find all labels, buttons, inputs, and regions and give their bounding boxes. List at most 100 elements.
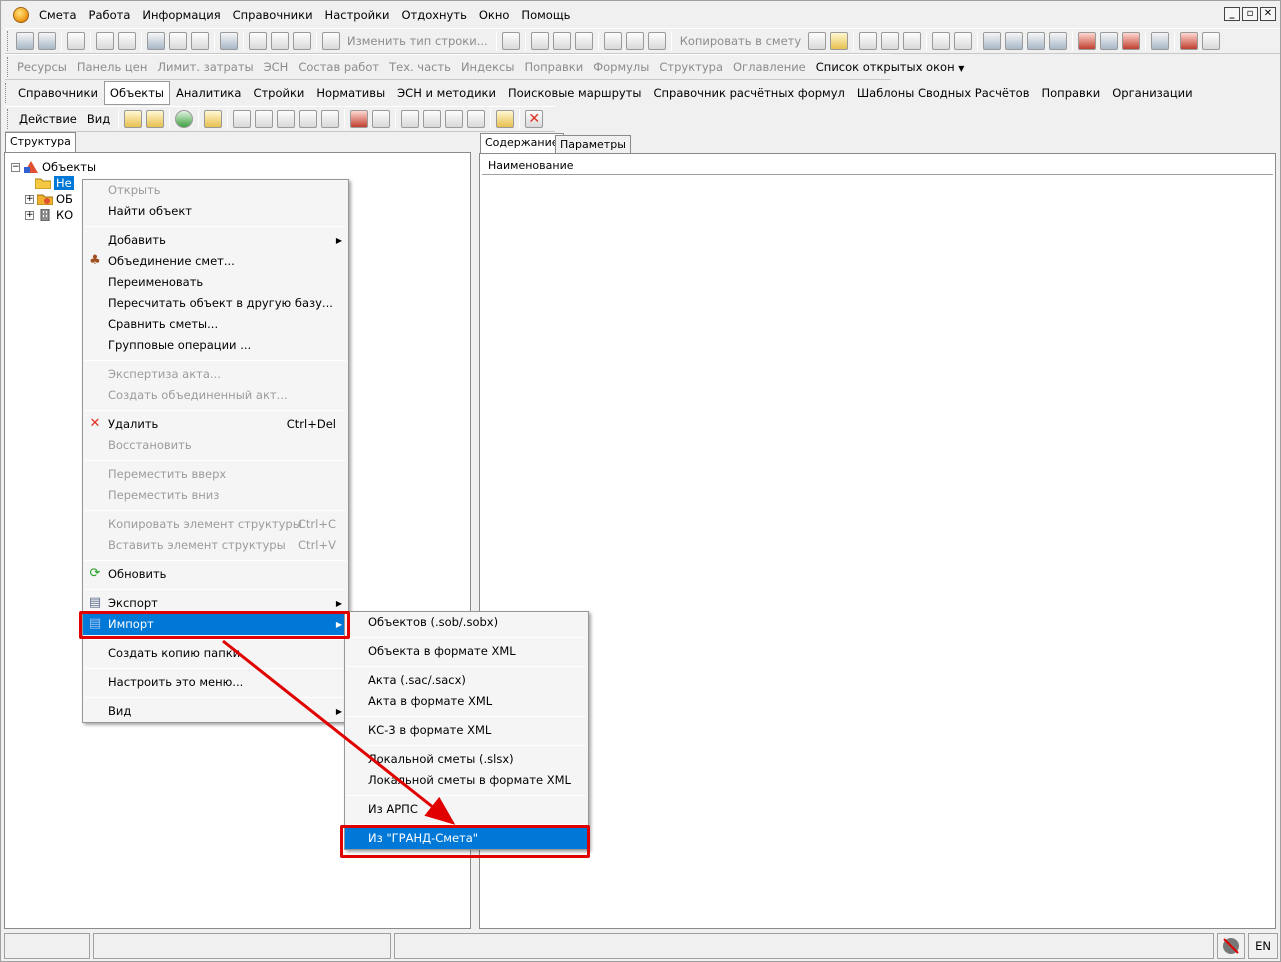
- menu-item[interactable]: Найти объект: [83, 201, 348, 222]
- menu-item[interactable]: Экспертиза акта...: [83, 364, 348, 385]
- tab-params[interactable]: Параметры: [555, 135, 631, 153]
- toolbar2-oglavlenie[interactable]: Оглавление: [728, 60, 811, 74]
- tree-add-icon[interactable]: [38, 32, 56, 50]
- folder-minus-icon[interactable]: [146, 110, 165, 128]
- open-windows-dropdown[interactable]: Список открытых окон ▼: [811, 60, 970, 74]
- toolbar2-tech[interactable]: Тех. часть: [384, 60, 456, 74]
- collapse-icon[interactable]: −: [11, 162, 20, 172]
- toolbar2-resursy[interactable]: Ресурсы: [12, 60, 72, 74]
- tab-spravochniki[interactable]: Справочники: [12, 81, 104, 105]
- menu-item[interactable]: Добавить ▶: [83, 230, 348, 251]
- menu-item[interactable]: КС-3 в формате XML: [345, 720, 588, 741]
- folder-up-icon[interactable]: [124, 110, 143, 128]
- p-icon[interactable]: [255, 110, 274, 128]
- cut-icon[interactable]: [603, 32, 622, 50]
- no-sound-icon[interactable]: [1220, 936, 1242, 956]
- open-folder-icon[interactable]: [496, 110, 515, 128]
- menu-item[interactable]: ✕ Удалить Ctrl+Del: [83, 414, 348, 435]
- menu-smeta[interactable]: Смета: [33, 5, 83, 25]
- tab-search-routes[interactable]: Поисковые маршруты: [502, 81, 647, 105]
- tab-normativy[interactable]: Нормативы: [310, 81, 391, 105]
- toolbar2-formuly[interactable]: Формулы: [588, 60, 654, 74]
- toolbar2-panel-cen[interactable]: Панель цен: [72, 60, 153, 74]
- outdent-icon[interactable]: [1005, 32, 1024, 50]
- recalc-icon[interactable]: [220, 32, 238, 50]
- material-icon[interactable]: [1122, 32, 1141, 50]
- menu-informaciya[interactable]: Информация: [136, 5, 226, 25]
- p-icon[interactable]: [881, 32, 900, 50]
- save-icon[interactable]: [147, 32, 165, 50]
- align-icon[interactable]: [1027, 32, 1046, 50]
- menu-okno[interactable]: Окно: [473, 5, 516, 25]
- menu-item[interactable]: Создать копию папки: [83, 643, 348, 664]
- tab-esn[interactable]: ЭСН и методики: [391, 81, 502, 105]
- menu-otdohnut[interactable]: Отдохнуть: [396, 5, 473, 25]
- truck-icon[interactable]: [1100, 32, 1119, 50]
- menu-item[interactable]: ♣ Объединение смет...: [83, 251, 348, 272]
- undo-icon[interactable]: [191, 32, 209, 50]
- tab-obekty[interactable]: Объекты: [103, 81, 170, 105]
- menu-spravochniki[interactable]: Справочники: [227, 5, 319, 25]
- move-icon[interactable]: [574, 32, 593, 50]
- menu-item[interactable]: Открыть: [83, 180, 348, 201]
- view-menu[interactable]: Вид: [82, 112, 115, 126]
- menu-item[interactable]: Объектов (.sob/.sobx): [345, 612, 588, 633]
- pdf-icon[interactable]: [96, 32, 114, 50]
- indent-icon[interactable]: [983, 32, 1002, 50]
- tree-root[interactable]: − Объекты: [11, 159, 96, 175]
- find-icon[interactable]: [118, 32, 136, 50]
- ks-icon[interactable]: [423, 110, 442, 128]
- copy-to-estimate-button[interactable]: Копировать в смету: [675, 34, 807, 48]
- close-icon[interactable]: ✕: [1260, 7, 1276, 21]
- menu-item[interactable]: Вставить элемент структуры Ctrl+V: [83, 535, 348, 556]
- paste-icon[interactable]: [647, 32, 666, 50]
- menu-nastroiki[interactable]: Настройки: [319, 5, 396, 25]
- comment-icon[interactable]: [293, 32, 311, 50]
- format-icon[interactable]: [932, 32, 951, 50]
- menu-item[interactable]: Переместить вниз: [83, 485, 348, 506]
- tab-struktura[interactable]: Структура: [5, 132, 76, 153]
- expand-icon[interactable]: +: [25, 194, 34, 204]
- tab-analitika[interactable]: Аналитика: [170, 81, 247, 105]
- refresh-icon[interactable]: [169, 32, 187, 50]
- box-icon[interactable]: [1202, 32, 1221, 50]
- arrow-down-icon[interactable]: [321, 110, 340, 128]
- align2-icon[interactable]: [1049, 32, 1068, 50]
- expand-icon[interactable]: +: [25, 210, 34, 220]
- menu-item[interactable]: Настроить это меню...: [83, 672, 348, 693]
- toolbar2-popravki[interactable]: Поправки: [519, 60, 588, 74]
- menu-item[interactable]: Из АРПС: [345, 799, 588, 820]
- menu-item[interactable]: Пересчитать объект в другую базу...: [83, 293, 348, 314]
- menu-item[interactable]: Создать объединенный акт...: [83, 385, 348, 406]
- menu-item[interactable]: Локальной сметы (.slsx): [345, 749, 588, 770]
- toolbar2-esn[interactable]: ЭСН: [259, 60, 294, 74]
- toolbar2-indexes[interactable]: Индексы: [456, 60, 520, 74]
- sum-icon[interactable]: [467, 110, 486, 128]
- pc-icon[interactable]: [233, 110, 252, 128]
- insert-icon[interactable]: [249, 32, 267, 50]
- arrow-up-icon[interactable]: [299, 110, 318, 128]
- toolbar2-limit[interactable]: Лимит. затраты: [152, 60, 258, 74]
- copy-icon[interactable]: [625, 32, 644, 50]
- tab-organizations[interactable]: Организации: [1106, 81, 1198, 105]
- format2-icon[interactable]: [954, 32, 973, 50]
- language-indicator[interactable]: EN: [1248, 933, 1278, 959]
- new-object-icon[interactable]: [204, 110, 223, 128]
- group-icon[interactable]: [530, 32, 549, 50]
- menu-rabota[interactable]: Работа: [83, 5, 137, 25]
- row-type-icon[interactable]: [322, 32, 340, 50]
- tree-icon[interactable]: [16, 32, 34, 50]
- menu-item[interactable]: Акта (.sac/.sacx): [345, 670, 588, 691]
- column-header-name[interactable]: Наименование: [482, 158, 1273, 175]
- merge-icon[interactable]: [350, 110, 369, 128]
- menu-item[interactable]: Восстановить: [83, 435, 348, 456]
- copy-obj-icon[interactable]: [372, 110, 391, 128]
- tab-formulas[interactable]: Справочник расчётных формул: [647, 81, 850, 105]
- toolbar2-sostav[interactable]: Состав работ: [293, 60, 384, 74]
- menu-item[interactable]: Групповые операции ...: [83, 335, 348, 356]
- close-doc-icon[interactable]: [67, 32, 85, 50]
- menu-item[interactable]: Сравнить сметы...: [83, 314, 348, 335]
- pr-icon[interactable]: [277, 110, 296, 128]
- menu-item[interactable]: Копировать элемент структуры Ctrl+C: [83, 514, 348, 535]
- rp-icon[interactable]: [445, 110, 464, 128]
